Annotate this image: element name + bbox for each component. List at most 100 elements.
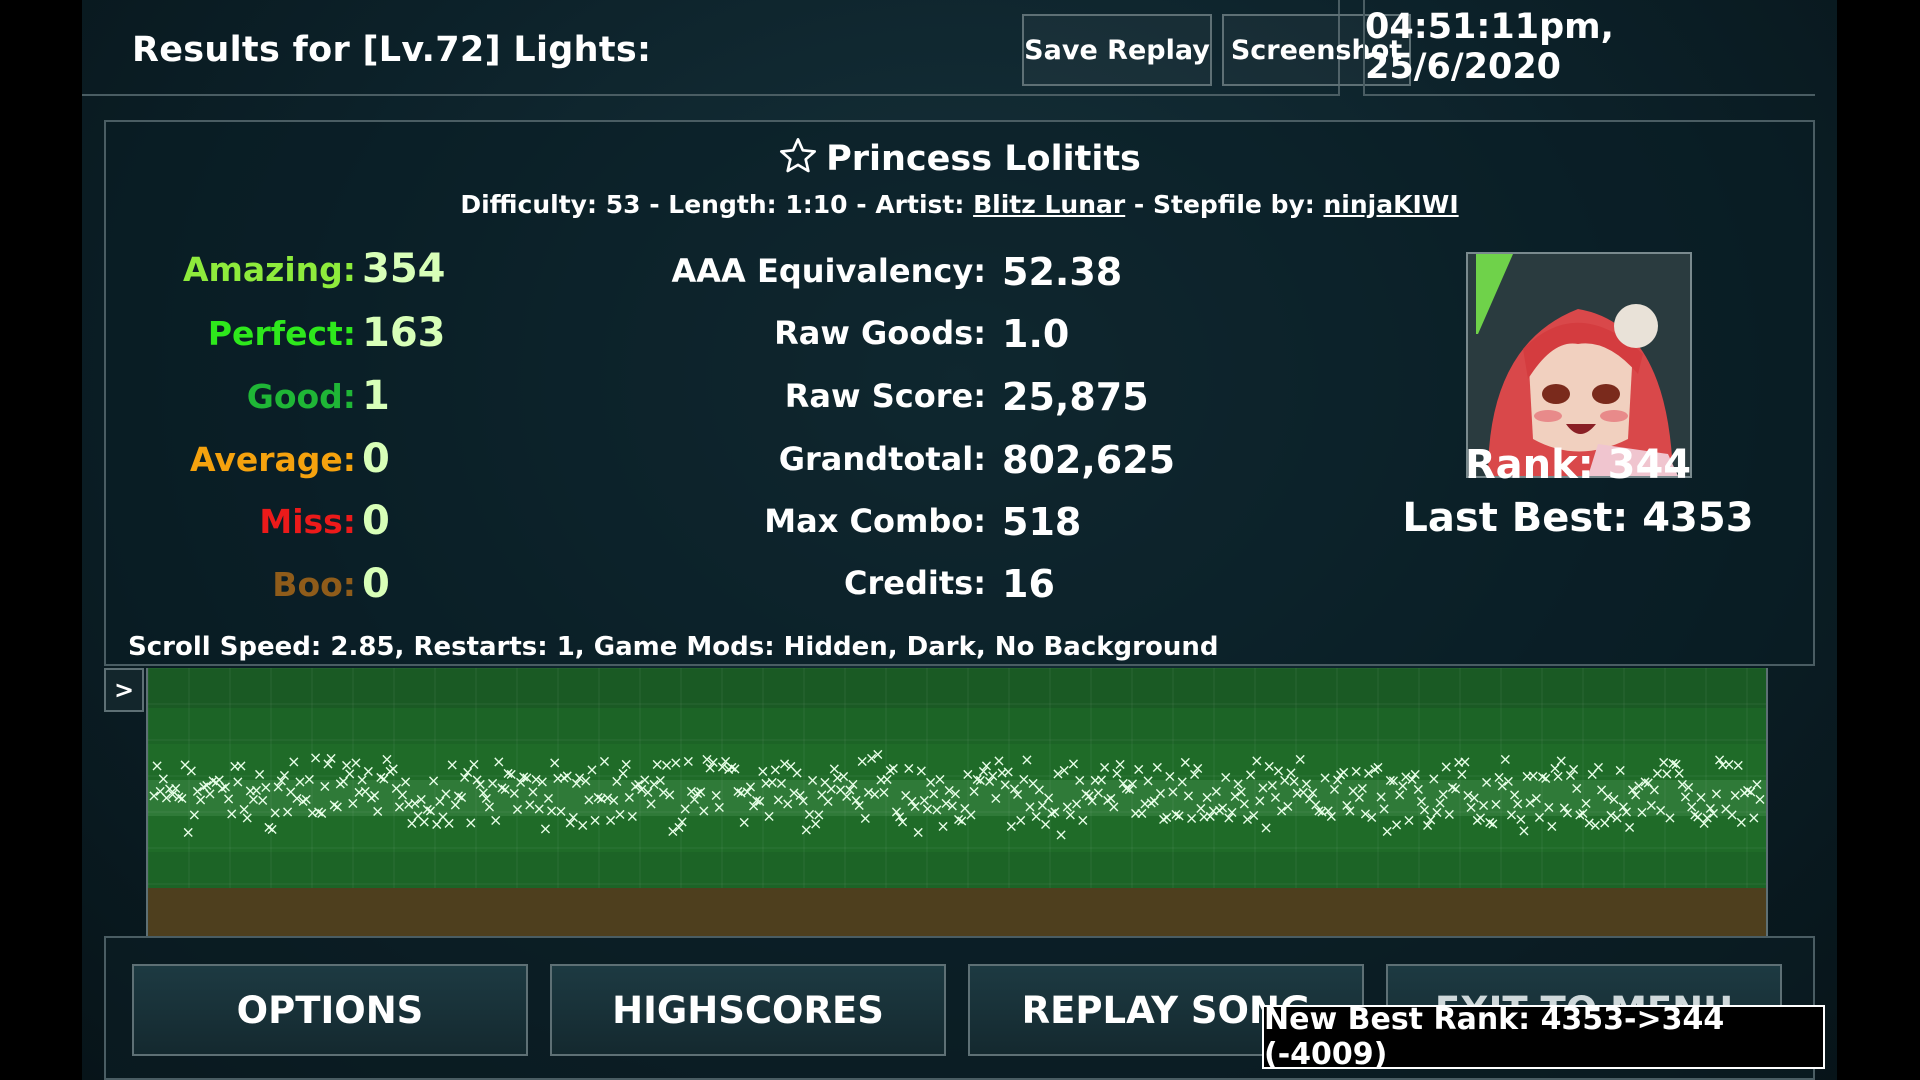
stat-value: 802,625: [1002, 438, 1176, 482]
difficulty-label: Difficulty:: [460, 190, 597, 219]
hit-marker: ×: [1561, 803, 1574, 822]
meta-separator: -: [640, 190, 669, 219]
hit-marker: ×: [331, 797, 344, 816]
hit-marker: ×: [1542, 797, 1555, 816]
hit-marker: ×: [663, 785, 676, 804]
stat-label: AAA Equivalency:: [671, 252, 986, 290]
stat-label: Max Combo:: [764, 502, 986, 540]
hit-marker: ×: [489, 810, 502, 829]
stepfile-author-link[interactable]: ninjaKIWI: [1323, 190, 1458, 219]
hit-marker: ×: [775, 774, 788, 793]
new-best-rank-notification: New Best Rank: 4353->344 (-4009): [1262, 1002, 1825, 1072]
hit-marker: ×: [738, 813, 751, 832]
graph-band: [148, 668, 1766, 708]
hit-marker: ×: [1377, 799, 1390, 818]
hit-marker: ×: [1458, 752, 1471, 771]
hit-marker: ×: [1682, 778, 1695, 797]
hit-marker: ×: [1486, 814, 1499, 833]
length-value: 1:10: [785, 190, 848, 219]
hit-marker: ×: [303, 770, 316, 789]
hit-marker: ×: [1477, 795, 1490, 814]
hit-marker: ×: [1648, 780, 1661, 799]
hit-marker: ×: [1113, 754, 1126, 773]
hit-marker: ×: [1182, 786, 1195, 805]
length-label: Length:: [668, 190, 777, 219]
hit-marker: ×: [1623, 817, 1636, 836]
hit-marker: ×: [713, 797, 726, 816]
header-bar: Results for [Lv.72] Lights: Save Replay …: [82, 0, 1411, 96]
hit-marker: ×: [1732, 755, 1745, 774]
hit-marker: ×: [1443, 804, 1456, 823]
hit-marker: ×: [644, 794, 657, 813]
hit-marker: ×: [309, 748, 322, 767]
hit-marker: ×: [362, 762, 375, 781]
hit-marker: ×: [1020, 750, 1033, 769]
hit-marker: ×: [1440, 757, 1453, 776]
hit-marker: ×: [964, 805, 977, 824]
results-title: Results for [Lv.72] Lights:: [132, 30, 652, 70]
graph-band: [148, 852, 1766, 888]
options-button[interactable]: OPTIONS: [132, 964, 528, 1056]
stepfile-label: Stepfile by:: [1153, 190, 1315, 219]
judgement-value: 1: [362, 373, 390, 419]
stat-label: Raw Score:: [784, 377, 986, 415]
hit-marker: ×: [1107, 797, 1120, 816]
judgement-value: 0: [362, 498, 390, 544]
hit-marker: ×: [315, 803, 328, 822]
judgement-value: 0: [362, 436, 390, 482]
hit-marker: ×: [1259, 818, 1272, 837]
graph-toggle-button[interactable]: >: [104, 668, 144, 712]
hit-marker: ×: [1154, 784, 1167, 803]
hit-marker: ×: [1365, 807, 1378, 826]
hit-marker: ×: [446, 755, 459, 774]
hit-marker: ×: [1076, 811, 1089, 830]
song-title: Princess Lolitits: [106, 136, 1813, 179]
hit-marker: ×: [539, 819, 552, 838]
accuracy-graph-canvas: ××××××××××××××××××××××××××××××××××××××××…: [148, 668, 1766, 936]
highscores-button[interactable]: HIGHSCORES: [550, 964, 946, 1056]
hit-marker: ×: [1048, 802, 1061, 821]
hit-marker: ×: [1530, 788, 1543, 807]
hit-marker: ×: [936, 816, 949, 835]
hit-marker: ×: [1735, 813, 1748, 832]
save-replay-button[interactable]: Save Replay: [1022, 14, 1212, 86]
hit-marker: ×: [790, 763, 803, 782]
datetime-display: 04:51:11pm, 25/6/2020: [1363, 0, 1815, 96]
artist-link[interactable]: Blitz Lunar: [973, 190, 1125, 219]
hit-marker: ×: [1489, 795, 1502, 814]
favorite-star-icon[interactable]: [778, 136, 818, 176]
judgement-value: 0: [362, 561, 390, 607]
hit-marker: ×: [669, 753, 682, 772]
hit-marker: ×: [175, 788, 188, 807]
hit-marker: ×: [287, 752, 300, 771]
hit-marker: ×: [1337, 763, 1350, 782]
song-meta: Difficulty: 53 - Length: 1:10 - Artist: …: [106, 190, 1813, 219]
judgement-value: 354: [362, 246, 446, 292]
hit-marker: ×: [1098, 758, 1111, 777]
hit-marker: ×: [598, 752, 611, 771]
hit-marker: ×: [259, 778, 272, 797]
hit-marker: ×: [268, 803, 281, 822]
stat-value: 16: [1002, 562, 1055, 606]
hit-marker: ×: [1592, 757, 1605, 776]
hit-marker: ×: [1480, 772, 1493, 791]
hit-marker: ×: [1747, 808, 1760, 827]
hit-marker: ×: [859, 809, 872, 828]
judgement-label: Boo:: [272, 565, 356, 604]
accuracy-graph: × × × × × × × × × × × × × × × × × × × × × × × × × × × × × × × × × × × × × × × ×…: [146, 668, 1768, 936]
stat-label: Raw Goods:: [774, 314, 986, 352]
hit-marker: ×: [1054, 825, 1067, 844]
hit-marker: ×: [1663, 808, 1676, 827]
hit-marker: ×: [626, 807, 639, 826]
hit-marker: ×: [225, 804, 238, 823]
hit-marker: ×: [871, 744, 884, 763]
hit-marker: ×: [588, 810, 601, 829]
hit-marker: ×: [585, 760, 598, 779]
judgement-label: Miss:: [259, 502, 356, 541]
hit-marker: ×: [511, 800, 524, 819]
graph-band: [148, 708, 1766, 744]
hit-marker: ×: [613, 805, 626, 824]
meta-separator: -: [1125, 190, 1153, 219]
hit-marker: ×: [386, 759, 399, 778]
stat-value: 25,875: [1002, 375, 1149, 419]
